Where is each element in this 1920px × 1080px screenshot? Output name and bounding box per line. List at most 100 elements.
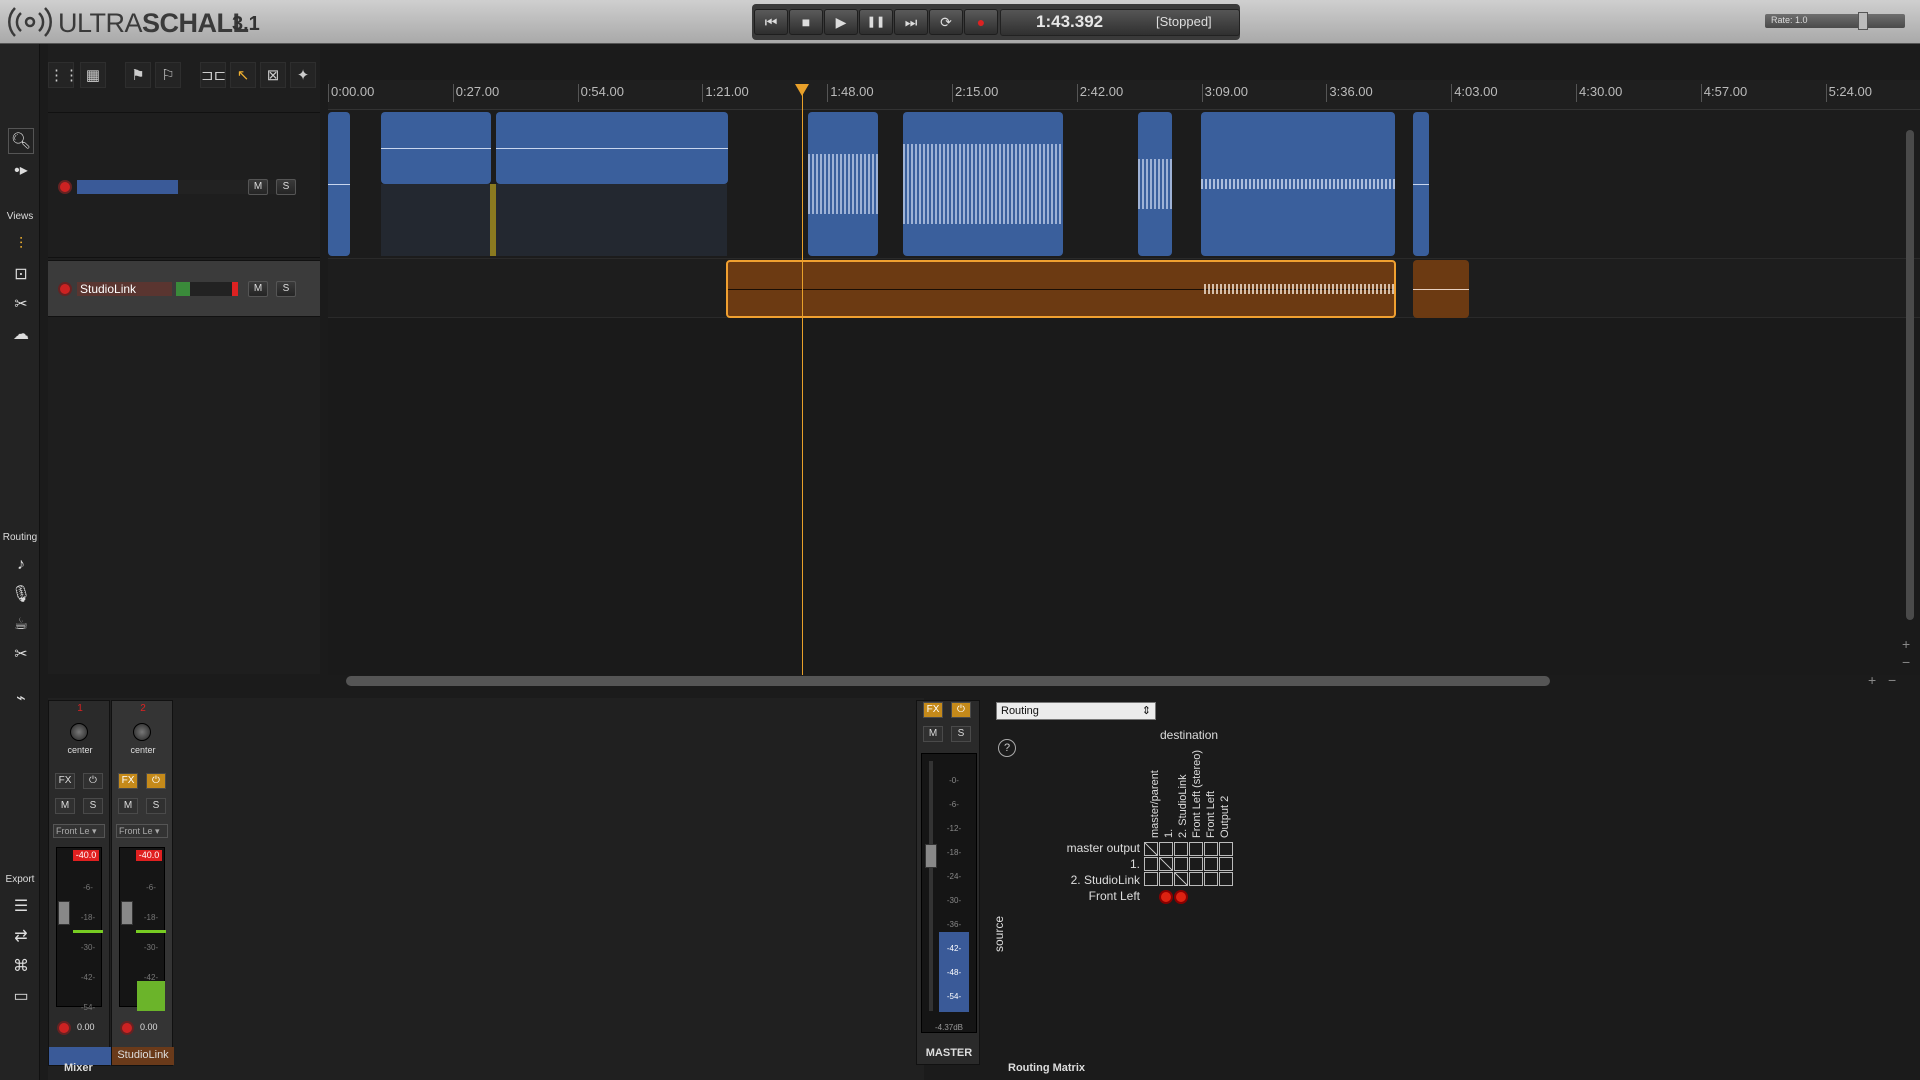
loop-button[interactable]: ⟳ bbox=[929, 9, 963, 35]
media-item[interactable] bbox=[903, 112, 1063, 256]
ripple-icon[interactable]: ⊐⊏ bbox=[200, 62, 226, 88]
studiolink-item[interactable] bbox=[1413, 260, 1469, 318]
trim-tool-icon[interactable]: ⊠ bbox=[260, 62, 286, 88]
routing-cell[interactable] bbox=[1219, 872, 1233, 886]
mute-button[interactable]: M bbox=[55, 798, 75, 814]
snap-icon[interactable]: ✦ bbox=[290, 62, 316, 88]
solo-button[interactable]: S bbox=[146, 798, 166, 814]
pause-button[interactable]: ❚❚ bbox=[859, 9, 893, 35]
master-fx-button[interactable]: FX bbox=[923, 702, 943, 718]
output-select[interactable]: Front Le ▾ bbox=[53, 824, 105, 838]
routing-cell[interactable] bbox=[1174, 842, 1188, 856]
scissors-icon[interactable]: ✂ bbox=[8, 642, 34, 668]
track-1-record-arm[interactable] bbox=[58, 180, 72, 194]
fx-button[interactable]: FX bbox=[118, 773, 138, 789]
studiolink-item[interactable] bbox=[726, 260, 1396, 318]
story-view-icon[interactable]: ☁ bbox=[8, 322, 34, 348]
volume-fader[interactable] bbox=[58, 901, 70, 925]
zoom-in-vertical-icon[interactable]: + bbox=[1902, 636, 1910, 652]
grid-small-icon[interactable]: ⋮⋮ bbox=[48, 62, 79, 88]
timeline-ruler[interactable] bbox=[328, 80, 1920, 110]
select-tool-icon[interactable]: ↖ bbox=[230, 62, 256, 88]
rss-icon[interactable]: ⌁ bbox=[8, 686, 34, 712]
routing-cell[interactable] bbox=[1189, 842, 1203, 856]
volume-fader[interactable] bbox=[121, 901, 133, 925]
go-to-start-button[interactable]: ⏮ bbox=[754, 9, 788, 35]
routing-cell[interactable] bbox=[1204, 842, 1218, 856]
media-item[interactable] bbox=[328, 112, 350, 256]
coffee-icon[interactable]: ☕︎ bbox=[8, 612, 34, 638]
routing-cell[interactable] bbox=[1144, 872, 1158, 886]
zoom-out-vertical-icon[interactable]: − bbox=[1902, 654, 1910, 670]
fx-button[interactable]: FX bbox=[55, 773, 75, 789]
track-1-header[interactable]: M S bbox=[48, 112, 320, 258]
microphone-icon[interactable]: 🎙︎ bbox=[8, 582, 34, 608]
marker-right-icon[interactable]: ⚐ bbox=[155, 62, 181, 88]
horizontal-scrollbar[interactable] bbox=[346, 676, 1550, 686]
marker-left-icon[interactable]: ⚑ bbox=[125, 62, 151, 88]
media-item[interactable] bbox=[1201, 112, 1395, 256]
vertical-scrollbar[interactable] bbox=[1906, 130, 1914, 620]
routing-cell[interactable] bbox=[1219, 842, 1233, 856]
media-item[interactable] bbox=[1138, 112, 1172, 256]
output-select[interactable]: Front Le ▾ bbox=[116, 824, 168, 838]
export-icon[interactable]: ⇄ bbox=[8, 924, 34, 950]
solo-button[interactable]: S bbox=[83, 798, 103, 814]
routing-cell[interactable] bbox=[1189, 857, 1203, 871]
media-item[interactable] bbox=[381, 112, 491, 184]
record-view-icon[interactable]: ⊡ bbox=[8, 262, 34, 288]
go-to-end-button[interactable]: ⏭ bbox=[894, 9, 928, 35]
routing-cell[interactable] bbox=[1159, 857, 1173, 871]
pan-knob[interactable] bbox=[133, 723, 151, 741]
playhead-marker[interactable] bbox=[795, 84, 809, 96]
play-button[interactable]: ▶ bbox=[824, 9, 858, 35]
folder-icon[interactable]: ▭ bbox=[8, 984, 34, 1010]
track-2-mute-button[interactable]: M bbox=[248, 281, 268, 297]
media-item[interactable] bbox=[1413, 112, 1429, 256]
power-icon[interactable]: ⏻ bbox=[146, 773, 166, 789]
track-1-solo-button[interactable]: S bbox=[276, 179, 296, 195]
zoom-icon[interactable]: 🔍︎ bbox=[8, 128, 34, 154]
grid-large-icon[interactable]: ▦ bbox=[80, 62, 106, 88]
routing-cell[interactable] bbox=[1159, 842, 1173, 856]
routing-connection[interactable] bbox=[1174, 890, 1188, 904]
record-button[interactable]: ● bbox=[964, 9, 998, 35]
media-item[interactable] bbox=[808, 112, 878, 256]
stop-button[interactable]: ■ bbox=[789, 9, 823, 35]
zoom-out-horizontal-icon[interactable]: − bbox=[1888, 672, 1896, 688]
routing-cell[interactable] bbox=[1219, 857, 1233, 871]
track-1-mute-button[interactable]: M bbox=[248, 179, 268, 195]
routing-dropdown[interactable]: Routing ⇕ bbox=[996, 702, 1156, 720]
routing-connection[interactable] bbox=[1159, 890, 1173, 904]
media-item[interactable] bbox=[496, 112, 728, 184]
master-solo-button[interactable]: S bbox=[951, 726, 971, 742]
mixer-view-icon[interactable]: ⫶ bbox=[8, 232, 34, 258]
track-2-solo-button[interactable]: S bbox=[276, 281, 296, 297]
routing-cell[interactable] bbox=[1204, 872, 1218, 886]
edit-view-icon[interactable]: ✂ bbox=[8, 292, 34, 318]
routing-cell[interactable] bbox=[1174, 857, 1188, 871]
master-mute-button[interactable]: M bbox=[923, 726, 943, 742]
pan-knob[interactable] bbox=[70, 723, 88, 741]
help-button[interactable]: ? bbox=[998, 739, 1016, 757]
mixer-tab[interactable]: Mixer bbox=[64, 1062, 93, 1074]
routing-cell[interactable] bbox=[1204, 857, 1218, 871]
master-power-icon[interactable]: ⏻ bbox=[951, 702, 971, 718]
routing-cell[interactable] bbox=[1159, 872, 1173, 886]
master-fader[interactable] bbox=[925, 844, 937, 868]
power-icon[interactable]: ⏻ bbox=[83, 773, 103, 789]
mute-button[interactable]: M bbox=[118, 798, 138, 814]
rate-slider-handle[interactable] bbox=[1858, 12, 1868, 30]
routing-cell[interactable] bbox=[1144, 857, 1158, 871]
playhead[interactable] bbox=[802, 90, 803, 675]
strip-record-arm[interactable] bbox=[57, 1021, 71, 1035]
follow-icon[interactable]: •▸ bbox=[8, 158, 34, 184]
chapters-icon[interactable]: ☰ bbox=[8, 894, 34, 920]
track-2-name[interactable]: StudioLink bbox=[77, 282, 172, 296]
routing-cell[interactable] bbox=[1174, 872, 1188, 886]
tag-icon[interactable]: ⌘ bbox=[8, 954, 34, 980]
track-2-record-arm[interactable] bbox=[58, 282, 72, 296]
routing-cell[interactable] bbox=[1189, 872, 1203, 886]
routing-cell[interactable] bbox=[1144, 842, 1158, 856]
routing-matrix-tab[interactable]: Routing Matrix bbox=[1008, 1062, 1085, 1074]
